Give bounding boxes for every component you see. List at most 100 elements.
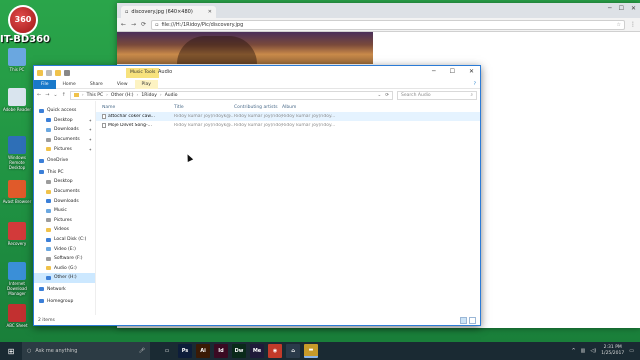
large-icons-view-icon[interactable] xyxy=(469,316,476,324)
nav-item[interactable]: Audio (G:) xyxy=(34,264,95,274)
nav-item[interactable]: Music xyxy=(34,206,95,216)
breadcrumb-this-pc[interactable]: This PC xyxy=(87,93,103,98)
nav-item[interactable]: Network xyxy=(34,285,95,295)
desktop-icon-recovery[interactable]: Recovery xyxy=(2,222,32,246)
taskbar-app-dreamweaver-icon[interactable]: Dw xyxy=(232,344,246,358)
taskbar-app-illustrator-icon[interactable]: Ai xyxy=(196,344,210,358)
nav-item[interactable]: Local Disk (C:) xyxy=(34,235,95,245)
nav-label: Desktop xyxy=(54,179,73,185)
breadcrumb-other[interactable]: Other (H:) xyxy=(111,93,134,98)
nav-item[interactable]: Downloads xyxy=(34,196,95,206)
pin-icon: ✦ xyxy=(88,127,92,133)
maximize-icon[interactable]: ☐ xyxy=(619,5,624,12)
menu-icon[interactable]: ⋮ xyxy=(630,21,636,28)
nav-item[interactable]: Documents ✦ xyxy=(34,135,95,145)
chevron-up-icon[interactable]: ^ xyxy=(571,348,575,354)
nav-item[interactable]: Quick access xyxy=(34,106,95,116)
nav-icon xyxy=(46,256,51,261)
taskbar-app-photoshop-icon[interactable]: Ps xyxy=(178,344,192,358)
forward-icon[interactable]: → xyxy=(131,21,136,28)
desktop-icon-this-pc[interactable]: This PC xyxy=(2,48,32,72)
desktop-icon-remote-desktop[interactable]: Windows Remote Desktop xyxy=(2,136,32,170)
column-title[interactable]: Title xyxy=(170,105,234,110)
breadcrumb-audio[interactable]: Audio xyxy=(165,93,178,98)
explorer-titlebar: Music Tools Audio ─ ☐ ✕ xyxy=(34,66,480,80)
tab-home[interactable]: Home xyxy=(56,80,83,89)
nav-item[interactable]: Downloads ✦ xyxy=(34,125,95,135)
browser-tab[interactable]: ▫ discovery.jpg (640×480) ✕ xyxy=(121,6,216,18)
navigation-pane: Quick access Desktop ✦ Downloads ✦ Documents ✦… xyxy=(34,101,96,315)
breadcrumb-1ridoy[interactable]: 1Ridoy xyxy=(141,93,157,98)
breadcrumb[interactable]: › This PC › Other (H:) › 1Ridoy › Audio … xyxy=(69,90,393,100)
nav-item[interactable]: Videos xyxy=(34,225,95,235)
desktop-icon-adobe-reader[interactable]: Adobe Reader xyxy=(2,88,32,112)
nav-item[interactable]: Pictures xyxy=(34,216,95,226)
taskbar-app-media-encoder-icon[interactable]: Me xyxy=(250,344,264,358)
nav-item[interactable]: Desktop ✦ xyxy=(34,116,95,126)
minimize-icon[interactable]: ─ xyxy=(432,68,436,75)
nav-item[interactable]: Desktop xyxy=(34,177,95,187)
minimize-icon[interactable]: ─ xyxy=(608,5,612,12)
taskbar-app-store-icon[interactable]: ⌂ xyxy=(286,344,300,358)
notifications-icon[interactable]: ▭ xyxy=(629,348,634,354)
desktop-icon-browser[interactable]: Avast Browser xyxy=(2,180,32,204)
nav-item[interactable]: OneDrive xyxy=(34,156,95,166)
search-input[interactable]: Search Audio ⌕ xyxy=(397,90,477,100)
back-icon[interactable]: ← xyxy=(121,21,126,28)
details-view-icon[interactable] xyxy=(460,316,467,324)
nav-item[interactable]: Homegroup xyxy=(34,296,95,306)
column-name[interactable]: Name xyxy=(96,105,170,110)
table-row[interactable]: attochar coker caw... Ridoy kumar joy(ri… xyxy=(96,112,480,121)
tab-play[interactable]: Play xyxy=(134,79,158,89)
tab-view[interactable]: View xyxy=(110,80,135,89)
table-row[interactable]: Moje Dilvet Song-... Ridoy kumar joy(rid… xyxy=(96,121,480,130)
help-icon[interactable]: ? xyxy=(474,82,476,87)
chevron-down-icon[interactable]: ⌄ xyxy=(53,92,57,98)
file-artist: Ridoy kumar joy(ridoy@... xyxy=(234,123,282,128)
taskbar-search[interactable]: ○ Ask me anything 🎤︎ xyxy=(22,342,150,360)
clock-date: 1/25/2017 xyxy=(601,351,625,356)
taskbar-app-file-explorer-icon[interactable]: ▬ xyxy=(304,344,318,358)
music-tools-context-tab[interactable]: Music Tools xyxy=(126,68,160,78)
taskbar-app-task-view-icon[interactable]: ▭ xyxy=(160,344,174,358)
column-artists[interactable]: Contributing artists xyxy=(234,105,282,110)
new-folder-icon[interactable] xyxy=(55,70,61,76)
back-icon[interactable]: ← xyxy=(37,92,41,98)
nav-item[interactable]: Software (F:) xyxy=(34,254,95,264)
nav-item[interactable]: Pictures ✦ xyxy=(34,144,95,154)
clock[interactable]: 2:31 PM 1/25/2017 xyxy=(601,345,624,357)
network-icon[interactable]: ▥ xyxy=(581,348,586,354)
forward-icon[interactable]: → xyxy=(45,92,49,98)
desktop-icon-idm[interactable]: Internet Download Manager xyxy=(2,262,32,296)
nav-item[interactable]: Video (E:) xyxy=(34,244,95,254)
taskbar-app-indesign-icon[interactable]: Id xyxy=(214,344,228,358)
tab-file[interactable]: File xyxy=(34,79,56,89)
up-icon[interactable]: ↑ xyxy=(62,92,66,98)
browser-tab-title: discovery.jpg (640×480) xyxy=(131,9,193,15)
file-album: Ridoy kumar joy(ridoy... xyxy=(282,123,336,128)
refresh-icon[interactable]: ⟳ xyxy=(385,93,389,98)
nav-label: Pictures xyxy=(54,146,72,152)
nav-item[interactable]: Other (H:) xyxy=(34,273,95,283)
desktop-icon-abc[interactable]: ABC Sheet xyxy=(2,304,32,328)
taskbar-app-chrome-icon[interactable]: ◉ xyxy=(268,344,282,358)
microphone-icon[interactable]: 🎤︎ xyxy=(139,348,145,354)
properties-icon[interactable] xyxy=(46,70,52,76)
nav-item[interactable]: This PC xyxy=(34,168,95,178)
close-icon[interactable]: ✕ xyxy=(469,68,474,75)
maximize-icon[interactable]: ☐ xyxy=(450,68,455,75)
volume-icon[interactable]: ◁) xyxy=(590,348,596,354)
address-bar[interactable]: ▫ file:///H:/1Ridoy/Pic/discovery.jpg ☆ xyxy=(151,19,625,30)
search-placeholder: Search Audio xyxy=(401,92,431,98)
reload-icon[interactable]: ⟳ xyxy=(141,21,146,28)
close-icon[interactable]: ✕ xyxy=(631,5,636,12)
nav-item[interactable]: Documents xyxy=(34,187,95,197)
chevron-down-icon[interactable] xyxy=(64,70,70,76)
chevron-down-icon[interactable]: ⌄ xyxy=(377,93,381,98)
column-album[interactable]: Album xyxy=(282,105,337,110)
close-tab-icon[interactable]: ✕ xyxy=(208,9,212,15)
reader-icon xyxy=(8,88,26,106)
star-icon[interactable]: ☆ xyxy=(617,22,621,28)
windows-start-icon[interactable]: ⊞ xyxy=(0,342,22,360)
tab-share[interactable]: Share xyxy=(83,80,110,89)
